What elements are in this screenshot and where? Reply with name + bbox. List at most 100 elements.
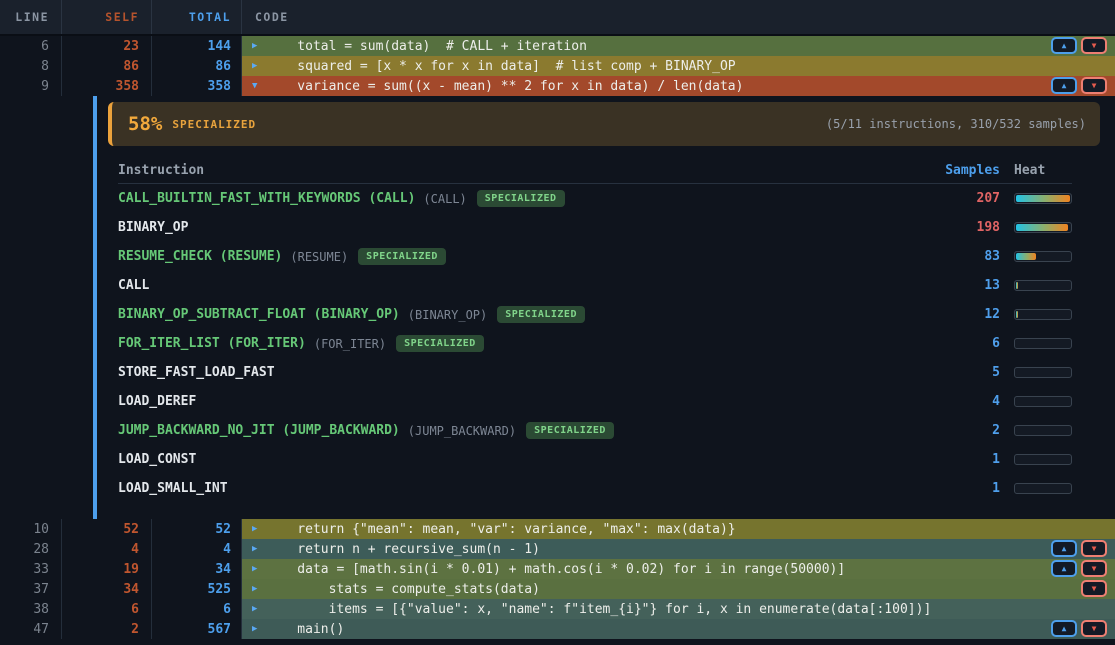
instruction-base-opcode: (JUMP_BACKWARD) bbox=[408, 424, 516, 438]
instruction-row: FOR_ITER_LIST (FOR_ITER) (FOR_ITER) SPEC… bbox=[118, 329, 1072, 358]
jump-up-button[interactable]: ▲ bbox=[1051, 540, 1077, 557]
line-number: 47 bbox=[0, 619, 62, 639]
expand-arrow-icon[interactable]: ▶ bbox=[242, 41, 266, 51]
instruction-samples: 83 bbox=[930, 249, 1000, 264]
code-cell[interactable]: ▶ data = [math.sin(i * 0.01) + math.cos(… bbox=[242, 559, 1115, 579]
heat-bar bbox=[1014, 338, 1072, 349]
instruction-row: CALL_BUILTIN_FAST_WITH_KEYWORDS (CALL) (… bbox=[118, 184, 1072, 213]
instruction-name: FOR_ITER_LIST (FOR_ITER) bbox=[118, 336, 306, 351]
jump-up-button[interactable]: ▲ bbox=[1051, 77, 1077, 94]
self-samples: 2 bbox=[62, 619, 152, 639]
specialized-badge: SPECIALIZED bbox=[477, 190, 565, 207]
code-cell[interactable]: ▶ total = sum(data) # CALL + iteration ▲… bbox=[242, 36, 1115, 56]
expand-arrow-icon[interactable]: ▶ bbox=[242, 584, 266, 594]
instruction-rows: CALL_BUILTIN_FAST_WITH_KEYWORDS (CALL) (… bbox=[118, 184, 1072, 503]
code-cell[interactable]: ▶ return n + recursive_sum(n - 1) ▲ ▼ bbox=[242, 539, 1115, 559]
heat-bar bbox=[1014, 251, 1072, 262]
jump-down-button[interactable]: ▼ bbox=[1081, 560, 1107, 577]
line-number: 6 bbox=[0, 36, 62, 56]
instruction-samples: 12 bbox=[930, 307, 1000, 322]
expand-arrow-icon[interactable]: ▶ bbox=[242, 524, 266, 534]
code-cell[interactable]: ▶ stats = compute_stats(data) ▼ bbox=[242, 579, 1115, 599]
code-rows-top: 6 23 144 ▶ total = sum(data) # CALL + it… bbox=[0, 36, 1115, 96]
expand-arrow-icon[interactable]: ▶ bbox=[242, 624, 266, 634]
expand-arrow-icon[interactable]: ▶ bbox=[242, 604, 266, 614]
self-samples: 19 bbox=[62, 559, 152, 579]
code-line-row: 47 2 567 ▶ main() ▲ ▼ bbox=[0, 619, 1115, 639]
code-cell[interactable]: ▶ items = [{"value": x, "name": f"item_{… bbox=[242, 599, 1115, 619]
heat-bar bbox=[1014, 367, 1072, 378]
code-text: return {"mean": mean, "var": variance, "… bbox=[266, 522, 736, 537]
jump-up-button[interactable]: ▲ bbox=[1051, 37, 1077, 54]
jump-up-button[interactable]: ▲ bbox=[1051, 620, 1077, 637]
self-samples: 52 bbox=[62, 519, 152, 539]
code-cell[interactable]: ▶ return {"mean": mean, "var": variance,… bbox=[242, 519, 1115, 539]
row-nav-buttons: ▲ ▼ bbox=[1051, 77, 1107, 94]
code-text: stats = compute_stats(data) bbox=[266, 582, 540, 597]
instruction-name: CALL bbox=[118, 278, 149, 293]
jump-down-button[interactable]: ▼ bbox=[1081, 37, 1107, 54]
expand-arrow-icon[interactable]: ▶ bbox=[242, 61, 266, 71]
instruction-samples: 2 bbox=[930, 423, 1000, 438]
expand-arrow-icon[interactable]: ▶ bbox=[242, 544, 266, 554]
code-line-row: 33 19 34 ▶ data = [math.sin(i * 0.01) + … bbox=[0, 559, 1115, 579]
jump-down-button[interactable]: ▼ bbox=[1081, 620, 1107, 637]
instruction-samples: 1 bbox=[930, 452, 1000, 467]
specialized-label: SPECIALIZED bbox=[172, 118, 256, 131]
code-text: data = [math.sin(i * 0.01) + math.cos(i … bbox=[266, 562, 845, 577]
instruction-name: JUMP_BACKWARD_NO_JIT (JUMP_BACKWARD) bbox=[118, 423, 400, 438]
instruction-row: BINARY_OP 198 bbox=[118, 213, 1072, 242]
jump-down-button[interactable]: ▼ bbox=[1081, 580, 1107, 597]
table-header: LINE SELF TOTAL CODE bbox=[0, 0, 1115, 36]
row-nav-buttons: ▲ ▼ bbox=[1051, 620, 1107, 637]
row-nav-buttons: ▲ ▼ bbox=[1051, 540, 1107, 557]
code-text: main() bbox=[266, 622, 344, 637]
specialized-stats: (5/11 instructions, 310/532 samples) bbox=[826, 117, 1086, 131]
heat-bar bbox=[1014, 193, 1072, 204]
code-cell[interactable]: ▼ variance = sum((x - mean) ** 2 for x i… bbox=[242, 76, 1115, 96]
line-number: 38 bbox=[0, 599, 62, 619]
total-samples: 567 bbox=[152, 619, 242, 639]
code-rows-bottom: 10 52 52 ▶ return {"mean": mean, "var": … bbox=[0, 519, 1115, 639]
instruction-row: LOAD_SMALL_INT 1 bbox=[118, 474, 1072, 503]
specialized-badge: SPECIALIZED bbox=[526, 422, 614, 439]
line-number: 28 bbox=[0, 539, 62, 559]
total-samples: 358 bbox=[152, 76, 242, 96]
expand-arrow-icon[interactable]: ▶ bbox=[242, 564, 266, 574]
instruction-samples: 207 bbox=[930, 191, 1000, 206]
specialized-percent: 58% bbox=[128, 113, 162, 135]
instruction-name: LOAD_CONST bbox=[118, 452, 196, 467]
instruction-name: LOAD_SMALL_INT bbox=[118, 481, 228, 496]
instruction-base-opcode: (BINARY_OP) bbox=[408, 308, 487, 322]
instruction-row: LOAD_CONST 1 bbox=[118, 445, 1072, 474]
instruction-name: CALL_BUILTIN_FAST_WITH_KEYWORDS (CALL) bbox=[118, 191, 415, 206]
instruction-samples: 198 bbox=[930, 220, 1000, 235]
code-cell[interactable]: ▶ squared = [x * x for x in data] # list… bbox=[242, 56, 1115, 76]
heat-bar-fill bbox=[1016, 195, 1070, 202]
heat-bar-fill bbox=[1016, 253, 1036, 260]
specialized-badge: SPECIALIZED bbox=[396, 335, 484, 352]
row-nav-buttons: ▲ ▼ bbox=[1051, 37, 1107, 54]
code-line-row: 37 34 525 ▶ stats = compute_stats(data) … bbox=[0, 579, 1115, 599]
instruction-row: STORE_FAST_LOAD_FAST 5 bbox=[118, 358, 1072, 387]
code-text: return n + recursive_sum(n - 1) bbox=[266, 542, 540, 557]
header-line: LINE bbox=[0, 0, 62, 34]
expanded-line-detail: 58% SPECIALIZED (5/11 instructions, 310/… bbox=[93, 96, 1115, 519]
instruction-samples: 1 bbox=[930, 481, 1000, 496]
jump-up-button[interactable]: ▲ bbox=[1051, 560, 1077, 577]
total-samples: 525 bbox=[152, 579, 242, 599]
jump-down-button[interactable]: ▼ bbox=[1081, 77, 1107, 94]
collapse-arrow-icon[interactable]: ▼ bbox=[242, 81, 266, 91]
self-samples: 86 bbox=[62, 56, 152, 76]
heat-bar bbox=[1014, 309, 1072, 320]
heat-bar bbox=[1014, 454, 1072, 465]
instruction-name: LOAD_DEREF bbox=[118, 394, 196, 409]
total-samples: 6 bbox=[152, 599, 242, 619]
jump-down-button[interactable]: ▼ bbox=[1081, 540, 1107, 557]
line-number: 10 bbox=[0, 519, 62, 539]
column-samples: Samples bbox=[930, 163, 1000, 178]
code-cell[interactable]: ▶ main() ▲ ▼ bbox=[242, 619, 1115, 639]
instruction-samples: 4 bbox=[930, 394, 1000, 409]
instruction-samples: 5 bbox=[930, 365, 1000, 380]
row-nav-buttons: ▲ ▼ bbox=[1051, 560, 1107, 577]
